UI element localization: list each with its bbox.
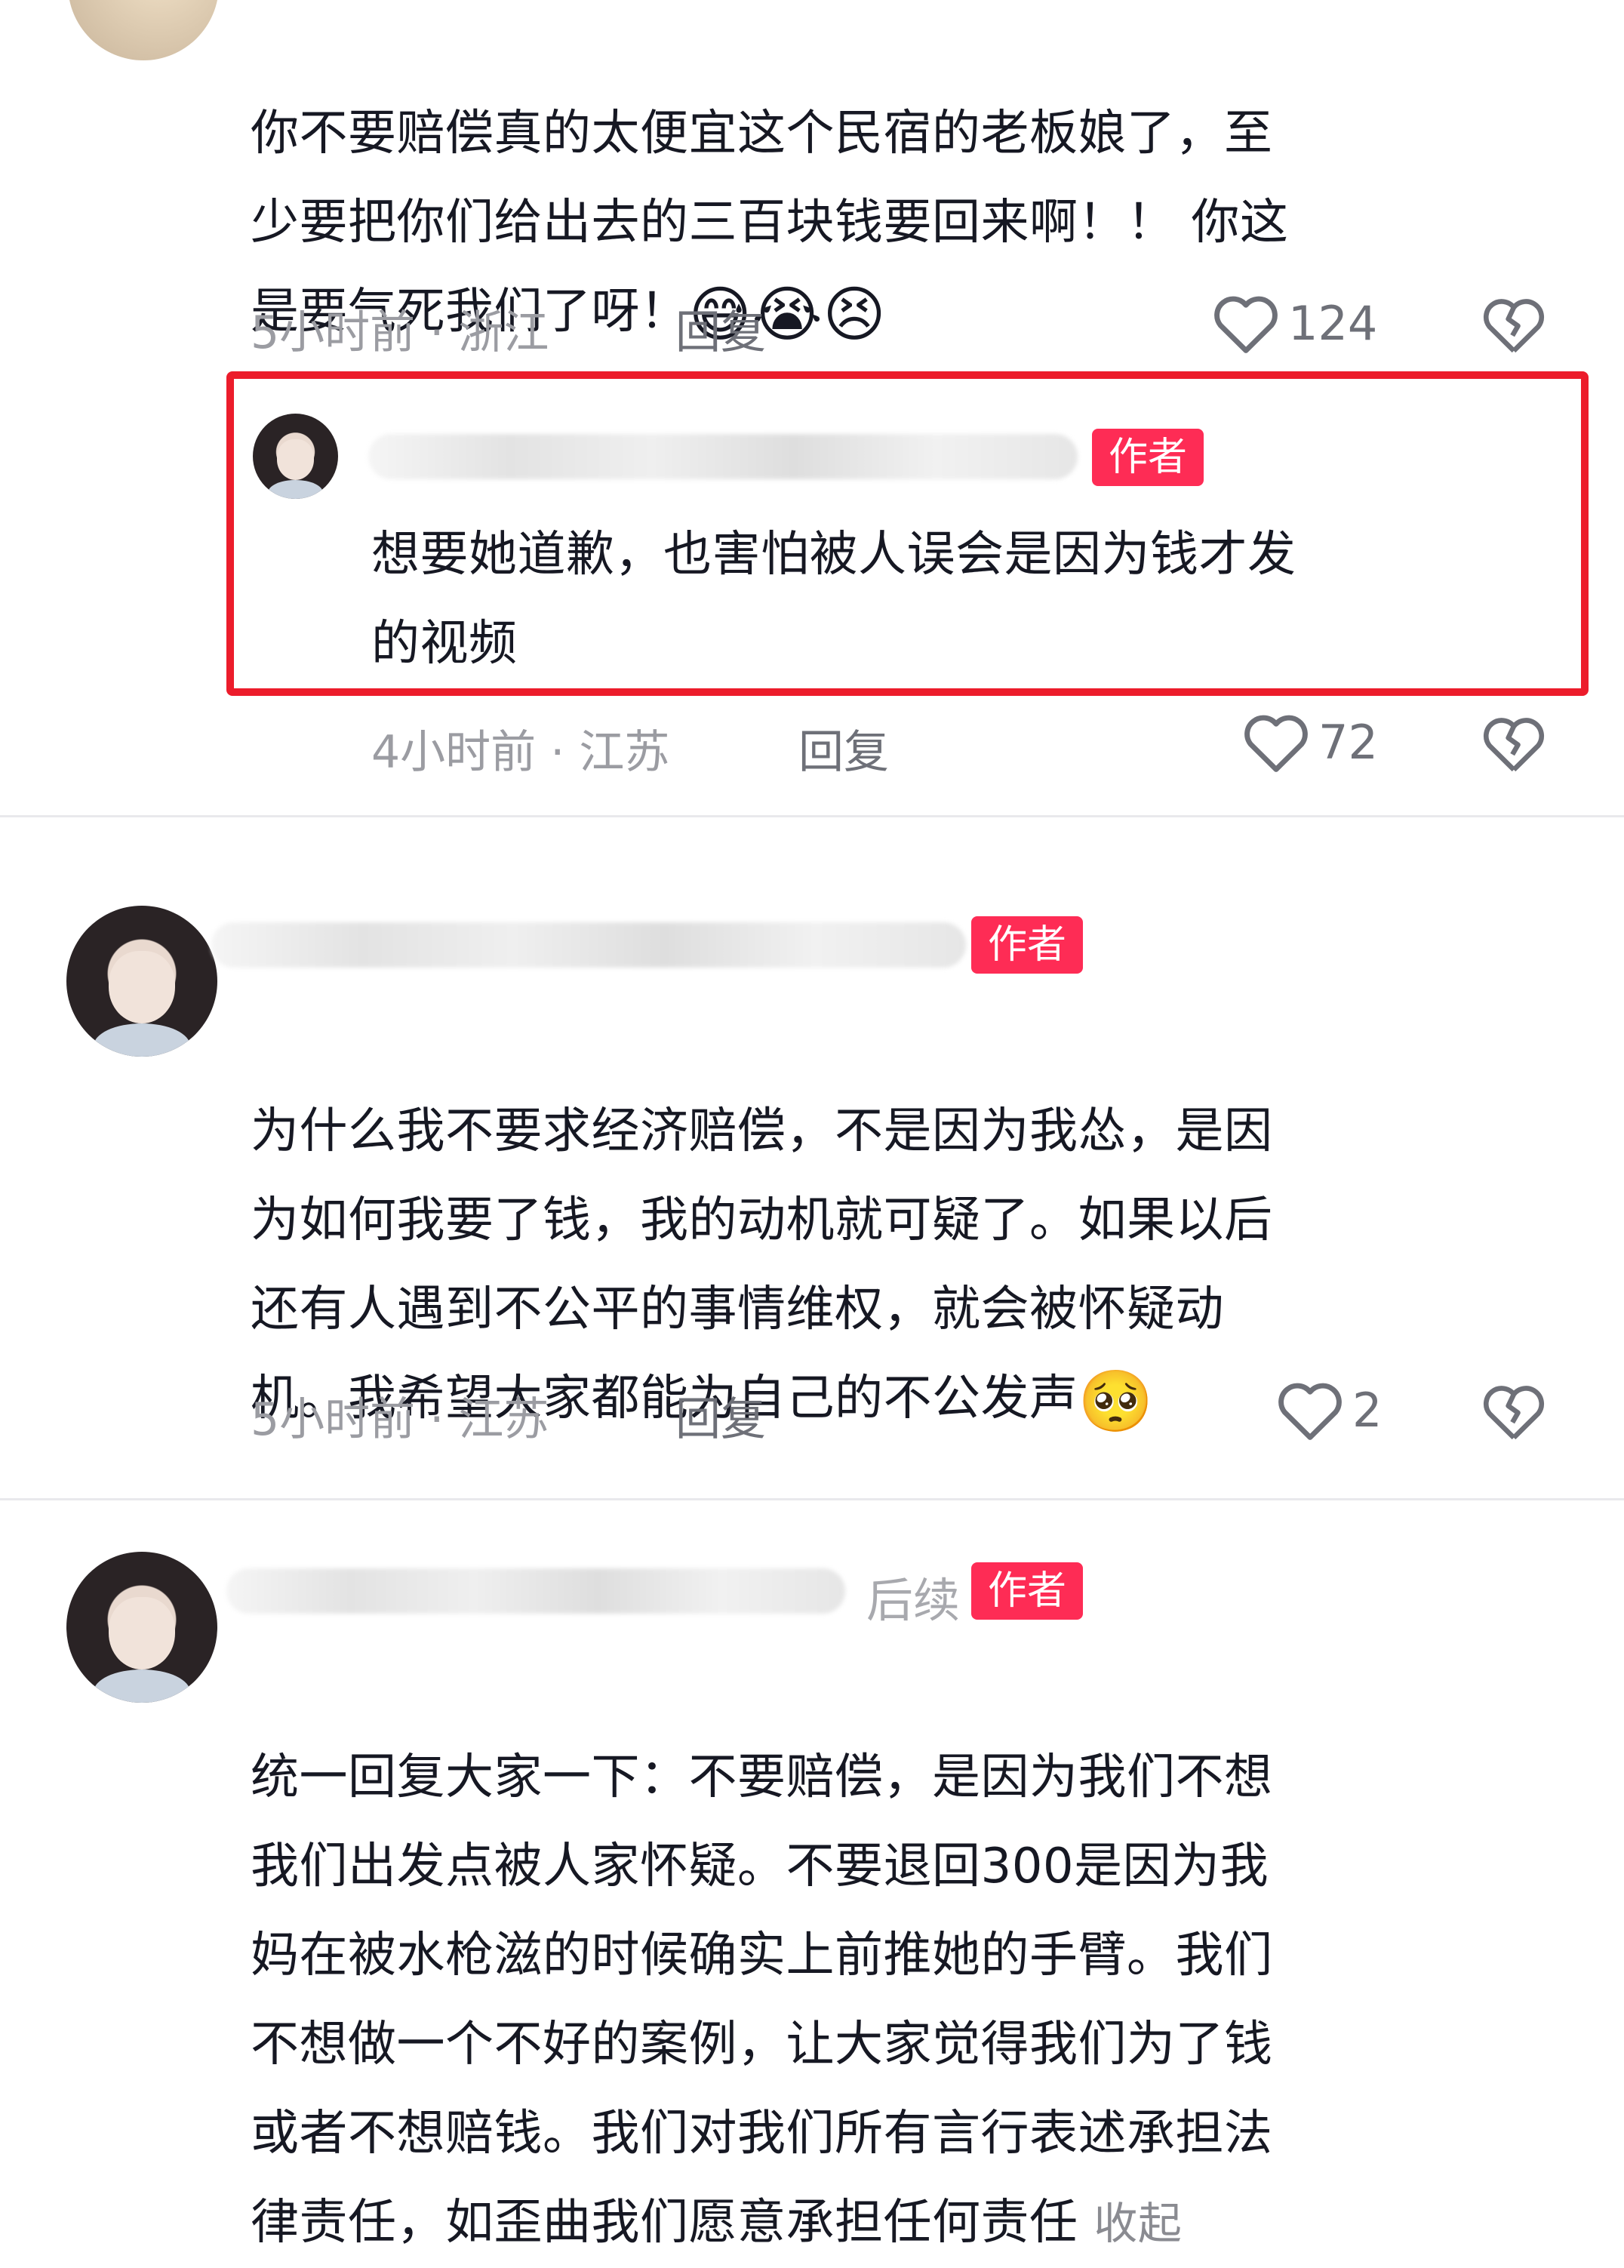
like-count: 2	[1352, 1382, 1383, 1438]
author-name-blurred	[226, 1568, 845, 1614]
author-avatar[interactable]	[66, 1552, 217, 1703]
like-button[interactable]: 124	[1211, 291, 1377, 355]
author-name-suffix: 后续	[866, 1573, 961, 1628]
broken-heart-icon	[1483, 299, 1545, 353]
dislike-button[interactable]	[1481, 1380, 1547, 1443]
comment-text: 为什么我不要求经济赔偿，不是因为我怂，是因 为如何我要了钱，我的动机就可疑了。如…	[251, 998, 1609, 1446]
author-avatar[interactable]	[66, 906, 217, 1057]
reply-button[interactable]: 回复	[675, 1383, 766, 1448]
reply-time-location: 4小时前 · 江苏	[371, 726, 670, 779]
reply-button[interactable]: 回复	[675, 296, 766, 362]
like-button[interactable]: 72	[1241, 709, 1378, 774]
collapse-button[interactable]: 收起	[1093, 2198, 1182, 2249]
heart-icon	[1214, 296, 1278, 353]
heart-icon	[1244, 715, 1308, 772]
commenter-avatar[interactable]	[68, 0, 219, 60]
author-badge: 作者	[971, 1562, 1084, 1620]
author-name-blurred	[211, 922, 966, 968]
divider	[0, 1498, 1624, 1500]
heart-icon	[1278, 1383, 1342, 1440]
author-badge: 作者	[971, 916, 1084, 974]
divider	[0, 815, 1624, 817]
author-name-blurred	[368, 434, 1078, 479]
like-button[interactable]: 2	[1275, 1377, 1382, 1442]
dislike-button[interactable]	[1481, 293, 1547, 356]
like-count: 72	[1318, 714, 1378, 770]
reply-button[interactable]: 回复	[798, 715, 889, 781]
broken-heart-icon	[1483, 1386, 1545, 1440]
comment-text: 统一回复大家一下：不要赔偿，是因为我们不想 我们出发点被人家怀疑。不要退回300…	[251, 1749, 1273, 2251]
dislike-button[interactable]	[1481, 712, 1547, 775]
broken-heart-icon	[1483, 718, 1545, 772]
emoji-pleading: 🥺	[1078, 1366, 1154, 1436]
comment-time-location: 5小时前 · 浙江	[251, 306, 549, 359]
reply-text: 想要她道歉，也害怕被人误会是因为钱才发 的视频	[371, 527, 1296, 672]
author-avatar[interactable]	[253, 414, 338, 499]
like-count: 124	[1288, 295, 1378, 351]
author-badge: 作者	[1092, 429, 1204, 486]
comment-time-location: 5小时前 · 江苏	[251, 1393, 549, 1446]
